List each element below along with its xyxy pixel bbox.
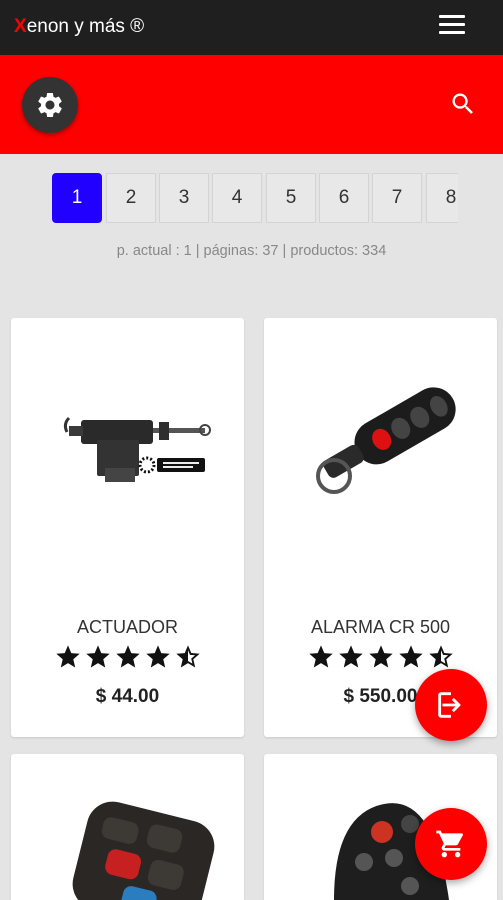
brand-name: enon y más ®	[26, 16, 145, 37]
red-toolbar	[0, 55, 503, 154]
star-full-icon	[368, 645, 393, 668]
star-half-icon	[428, 645, 453, 668]
hamburger-menu-icon[interactable]	[439, 15, 465, 37]
page-5-button[interactable]: 5	[266, 173, 316, 223]
star-full-icon	[115, 645, 140, 668]
login-button[interactable]	[415, 669, 487, 741]
star-full-icon	[398, 645, 423, 668]
star-rating	[11, 643, 244, 676]
page-7-button[interactable]: 7	[372, 173, 422, 223]
app-header: Xenon y más ®	[0, 0, 503, 55]
page-4-button[interactable]: 4	[212, 173, 262, 223]
page-6-button[interactable]: 6	[319, 173, 369, 223]
product-price: $ 44.00	[95, 686, 160, 707]
cart-icon	[436, 830, 464, 858]
login-icon	[438, 692, 461, 718]
page-1-button[interactable]: 1	[52, 173, 102, 223]
pagination-info: p. actual : 1 | páginas: 37 | productos:…	[116, 243, 387, 259]
star-full-icon	[85, 645, 110, 668]
page-3-button[interactable]: 3	[159, 173, 209, 223]
product-card[interactable]: ACTUADOR $ 44.00	[11, 318, 244, 737]
star-full-icon	[308, 645, 333, 668]
product-image	[63, 416, 211, 482]
star-half-icon	[175, 645, 200, 668]
product-image	[72, 801, 215, 900]
product-name: ALARMA CR 500	[310, 617, 451, 637]
gear-icon	[38, 93, 62, 117]
star-full-icon	[338, 645, 363, 668]
product-name: ACTUADOR	[76, 617, 178, 637]
brand-first-letter: X	[14, 16, 27, 37]
search-button[interactable]	[449, 90, 477, 118]
star-full-icon	[55, 645, 80, 668]
cart-button[interactable]	[415, 808, 487, 880]
page-2-button[interactable]: 2	[106, 173, 156, 223]
star-full-icon	[145, 645, 170, 668]
pagination: 1 2 3 4 5 6 7 8	[52, 173, 458, 225]
brand-logo[interactable]: Xenon y más ®	[14, 16, 144, 38]
settings-button[interactable]	[22, 77, 78, 133]
page-8-button[interactable]: 8	[426, 173, 458, 223]
product-card[interactable]	[11, 754, 244, 900]
search-icon	[452, 93, 473, 114]
product-image	[316, 387, 456, 494]
